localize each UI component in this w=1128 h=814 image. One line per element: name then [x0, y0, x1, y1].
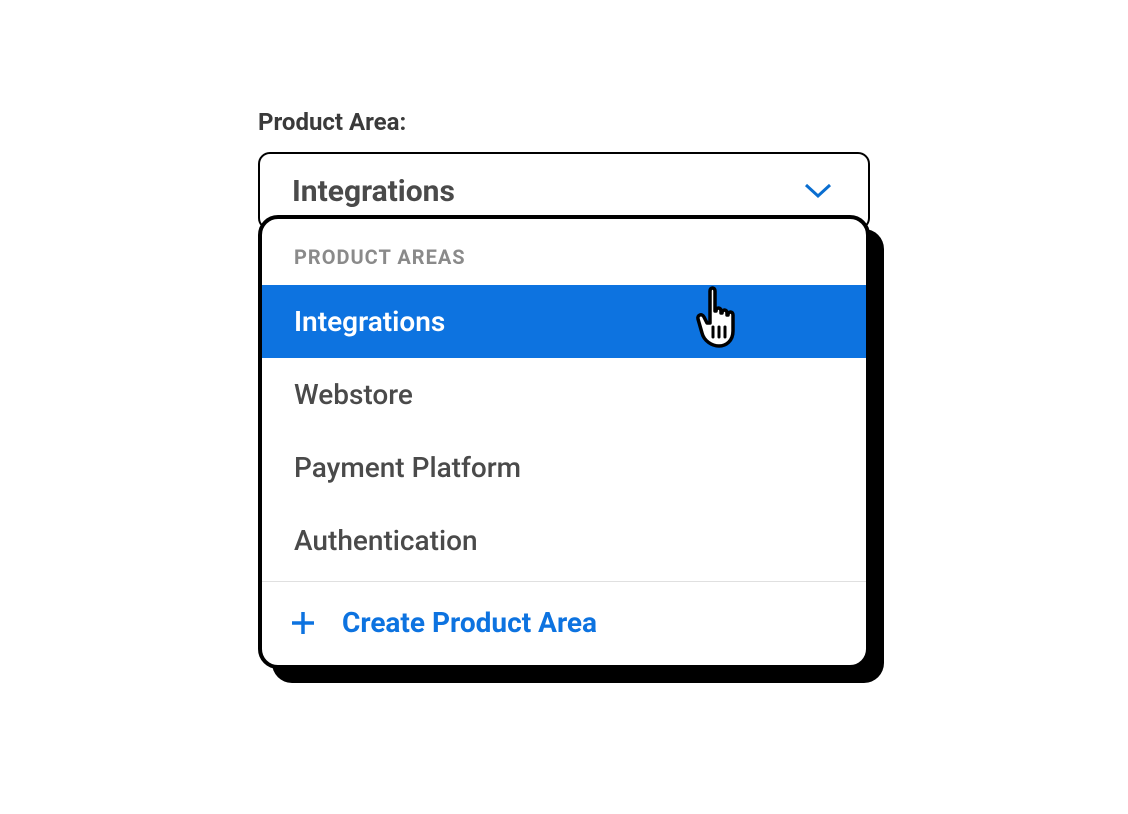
dropdown-section-header: PRODUCT AREAS — [262, 219, 866, 285]
create-label: Create Product Area — [342, 606, 597, 639]
create-product-area-button[interactable]: Create Product Area — [262, 582, 866, 665]
dropdown-item-integrations[interactable]: Integrations — [262, 285, 866, 358]
dropdown-item-label: Payment Platform — [294, 451, 521, 484]
plus-icon — [290, 610, 316, 636]
select-value: Integrations — [292, 174, 455, 209]
dropdown-item-label: Authentication — [294, 524, 478, 557]
dropdown-item-authentication[interactable]: Authentication — [262, 504, 866, 577]
cursor-hand-icon — [690, 283, 748, 351]
dropdown-item-label: Webstore — [294, 378, 413, 411]
dropdown-item-label: Integrations — [294, 305, 445, 338]
dropdown-item-payment-platform[interactable]: Payment Platform — [262, 431, 866, 504]
product-area-dropdown: PRODUCT AREAS Integrations Webstore Paym… — [258, 215, 870, 669]
field-label: Product Area: — [258, 108, 870, 136]
dropdown-item-webstore[interactable]: Webstore — [262, 358, 866, 431]
chevron-down-icon — [804, 183, 832, 199]
